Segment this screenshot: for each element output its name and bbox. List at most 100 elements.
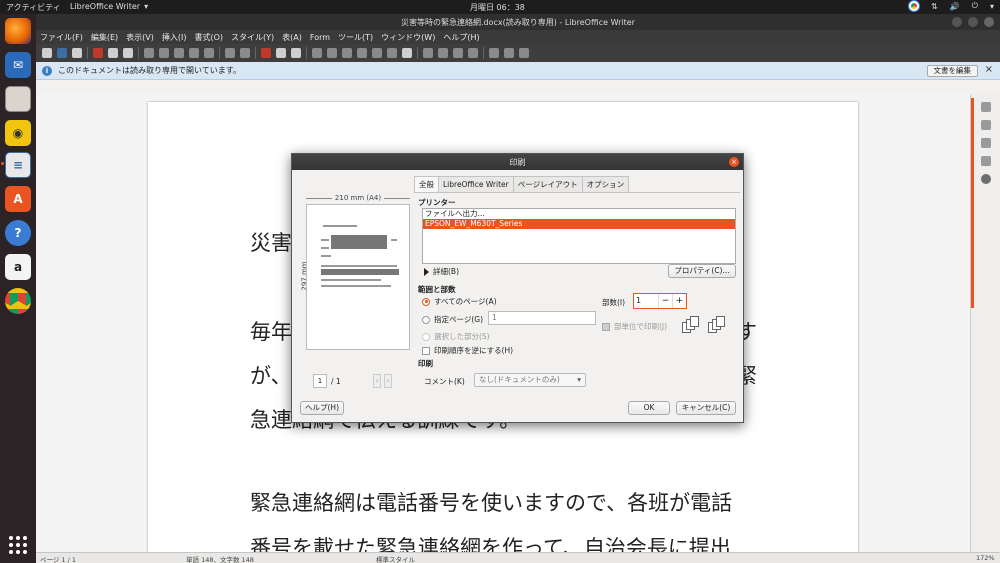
insert-chart-icon[interactable] [342,48,352,58]
printer-item-file[interactable]: ファイルへ出力... [423,209,735,219]
menu-styles[interactable]: スタイル(Y) [231,32,274,43]
close-icon[interactable]: × [729,157,739,167]
page-style[interactable]: 標準スタイル [376,554,415,563]
tab-options[interactable]: オプション [581,176,630,192]
export-pdf-icon[interactable] [93,48,103,58]
volume-icon[interactable]: 🔊 [950,2,960,11]
clock[interactable]: 月曜日 06：38 [470,2,525,13]
find-replace-icon[interactable] [261,48,271,58]
window-titlebar[interactable]: 災害等時の緊急連絡網.docx(読み取り専用) - LibreOffice Wr… [36,14,1000,30]
app-menu[interactable]: LibreOffice Writer ▾ [70,2,148,11]
footnote-icon[interactable] [438,48,448,58]
menu-table[interactable]: 表(A) [282,32,302,43]
details-expander[interactable]: 詳細(B) [424,266,459,277]
decrement-button[interactable]: − [658,294,672,308]
comment-select[interactable]: なし(ドキュメントのみ) [474,373,586,387]
libreoffice-writer-icon[interactable]: ≡ [5,152,31,178]
next-page-icon[interactable]: › [384,374,392,388]
paste-icon[interactable] [174,48,184,58]
tab-general[interactable]: 全般 [414,176,439,192]
menu-file[interactable]: ファイル(F) [40,32,83,43]
help-icon[interactable]: ? [5,220,31,246]
preview-page-input[interactable]: 1 [313,374,327,388]
system-tray[interactable]: ⇅ 🔊 ⏻ ▾ [908,1,994,11]
vertical-scrollbar[interactable] [971,98,974,308]
copies-stepper[interactable]: 1 − + [633,293,687,309]
properties-icon[interactable] [981,102,991,112]
increment-button[interactable]: + [672,294,686,308]
copies-value[interactable]: 1 [634,294,658,308]
print-preview-icon[interactable] [123,48,133,58]
gallery-icon[interactable] [981,138,991,148]
menu-format[interactable]: 書式(O) [194,32,223,43]
print-icon[interactable] [108,48,118,58]
power-icon[interactable]: ⏻ [972,1,978,11]
insert-image-icon[interactable] [327,48,337,58]
close-infobar-icon[interactable]: × [985,64,993,75]
tab-libreoffice-writer[interactable]: LibreOffice Writer [438,176,514,192]
close-icon[interactable] [984,17,994,27]
page-count[interactable]: ページ 1 / 1 [40,554,76,563]
reverse-order-checkbox[interactable]: 印刷順序を逆にする(H) [422,345,513,356]
printer-item-epson[interactable]: EPSON_EW_M630T_Series [423,219,735,229]
copy-icon[interactable] [159,48,169,58]
redo-icon[interactable] [240,48,250,58]
chrome-tray-icon[interactable] [908,1,919,11]
hyperlink-icon[interactable] [423,48,433,58]
chrome-icon[interactable] [5,288,31,314]
software-center-icon[interactable]: A [5,186,31,212]
thunderbird-icon[interactable]: ✉ [5,52,31,78]
menu-tools[interactable]: ツール(T) [338,32,373,43]
menu-help[interactable]: ヘルプ(H) [443,32,479,43]
word-count[interactable]: 単語 148、文字数 148 [186,554,254,563]
page-range-input[interactable]: 1 [488,311,596,325]
firefox-icon[interactable] [5,18,31,44]
files-icon[interactable] [5,86,31,112]
track-changes-icon[interactable] [468,48,478,58]
insert-textbox-icon[interactable] [357,48,367,58]
help-button[interactable]: ヘルプ(H) [300,401,344,415]
manage-changes-icon[interactable] [981,174,991,184]
ok-button[interactable]: OK [628,401,670,415]
activities-button[interactable]: アクティビティ [6,2,61,13]
minimize-icon[interactable] [952,17,962,27]
formatting-marks-icon[interactable] [291,48,301,58]
insert-table-icon[interactable] [312,48,322,58]
zoom-level[interactable]: 172% [976,554,995,562]
menu-view[interactable]: 表示(V) [126,32,154,43]
comment-icon[interactable] [453,48,463,58]
edit-document-button[interactable]: 文書を編集 [926,65,978,77]
clone-formatting-icon[interactable] [189,48,199,58]
radio-page-range[interactable]: 指定ページ(G) [422,314,483,325]
network-icon[interactable]: ⇅ [931,2,938,11]
open-icon[interactable] [57,48,67,58]
chevron-down-icon[interactable]: ▾ [990,2,994,11]
amazon-icon[interactable]: a [5,254,31,280]
collate-checkbox[interactable]: 部単位で印刷(J) [602,321,667,332]
basic-shapes-icon[interactable] [504,48,514,58]
printer-list[interactable]: ファイルへ出力... EPSON_EW_M630T_Series [422,208,736,264]
show-applications-icon[interactable] [9,536,27,554]
spelling-icon[interactable] [276,48,286,58]
properties-button[interactable]: プロパティ(C)... [668,264,736,278]
clear-formatting-icon[interactable] [204,48,214,58]
menu-form[interactable]: Form [310,33,330,42]
navigator-icon[interactable] [981,156,991,166]
menu-insert[interactable]: 挿入(I) [162,32,187,43]
dialog-titlebar[interactable]: 印刷 × [292,154,743,170]
menu-edit[interactable]: 編集(E) [91,32,118,43]
cancel-button[interactable]: キャンセル(C) [676,401,736,415]
radio-all-pages[interactable]: すべてのページ(A) [422,296,497,307]
rhythmbox-icon[interactable]: ◉ [5,120,31,146]
maximize-icon[interactable] [968,17,978,27]
new-document-icon[interactable] [42,48,52,58]
styles-icon[interactable] [981,120,991,130]
undo-icon[interactable] [225,48,235,58]
tab-page-layout[interactable]: ページレイアウト [512,176,583,192]
menu-window[interactable]: ウィンドウ(W) [381,32,435,43]
radio-selection[interactable]: 選択した部分(S) [422,331,490,342]
insert-line-icon[interactable] [489,48,499,58]
shapes-dropdown-icon[interactable] [519,48,529,58]
cut-icon[interactable] [144,48,154,58]
page-break-icon[interactable] [372,48,382,58]
